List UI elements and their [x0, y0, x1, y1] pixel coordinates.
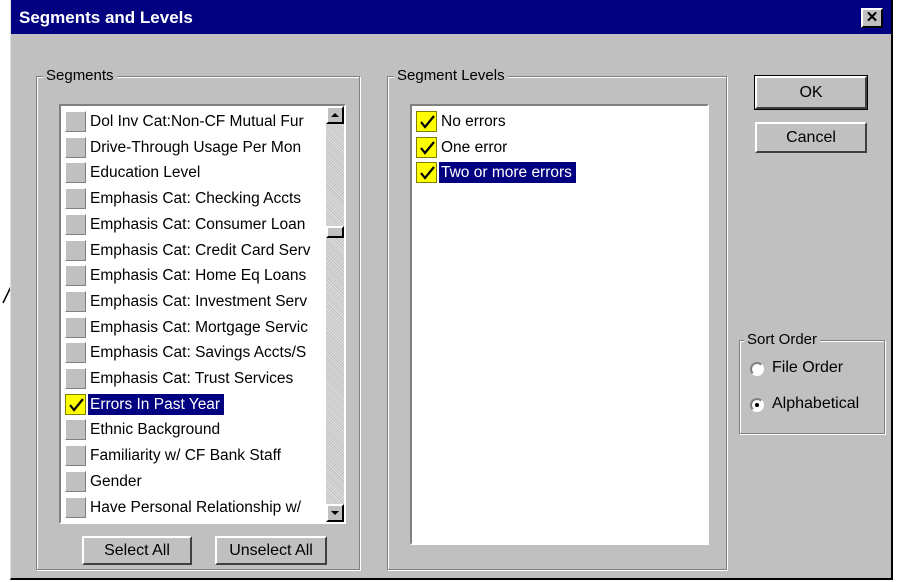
list-item-label: Have Personal Relationship w/ — [90, 498, 302, 516]
sort-order-group: Sort Order File Order Alphabetical — [739, 331, 885, 434]
list-item-label: Gender — [90, 472, 142, 490]
list-item[interactable]: One error — [414, 134, 674, 160]
list-item[interactable]: Drive-Through Usage Per Mon — [63, 134, 323, 160]
checkmark-icon — [420, 166, 435, 181]
arrow-up-icon — [331, 113, 339, 117]
list-item-label: Emphasis Cat: Credit Card Serv — [90, 241, 311, 259]
checkmark-icon — [420, 140, 435, 155]
unselect-all-label: Unselect All — [229, 542, 313, 559]
checkbox[interactable] — [65, 419, 86, 441]
segments-legend: Segments — [43, 67, 117, 84]
close-button[interactable]: ✕ — [861, 8, 883, 28]
checkbox[interactable] — [65, 111, 86, 132]
list-item[interactable]: Emphasis Cat: Trust Services — [63, 365, 323, 391]
unselect-all-button[interactable]: Unselect All — [215, 536, 327, 565]
checkbox[interactable] — [416, 111, 437, 132]
ok-label: OK — [799, 84, 823, 101]
scroll-up-button[interactable] — [326, 106, 344, 124]
checkbox[interactable] — [65, 368, 86, 389]
list-item-label: Emphasis Cat: Mortgage Servic — [90, 318, 308, 336]
list-item[interactable]: Emphasis Cat: Checking Accts — [63, 185, 323, 211]
list-item-label: Emphasis Cat: Investment Serv — [90, 292, 308, 310]
list-item[interactable]: Emphasis Cat: Savings Accts/S — [63, 339, 323, 365]
list-item-label: No errors — [441, 113, 506, 130]
list-item-label: Emphasis Cat: Home Eq Loans — [90, 267, 307, 285]
scroll-down-button[interactable] — [326, 504, 344, 522]
checkbox[interactable] — [416, 136, 437, 158]
list-item[interactable]: Emphasis Cat: Credit Card Serv — [63, 237, 323, 263]
select-all-button[interactable]: Select All — [82, 536, 192, 565]
title-bar: Segments and Levels ✕ — [11, 0, 891, 34]
segments-list[interactable]: Dol Inv Cat:Non-CF Mutual Fur Drive-Throu… — [59, 104, 346, 524]
checkbox[interactable] — [65, 162, 86, 184]
checkmark-icon — [69, 397, 84, 412]
sort-order-legend: Sort Order — [744, 331, 821, 348]
list-item-label: Dol Inv Cat:Non-CF Mutual Fur — [90, 113, 304, 130]
checkbox[interactable] — [65, 470, 86, 492]
list-item[interactable]: Dol Inv Cat:Non-CF Mutual Fur — [63, 108, 323, 134]
checkbox[interactable] — [65, 265, 86, 287]
list-item[interactable]: Emphasis Cat: Home Eq Loans — [63, 262, 323, 288]
list-item-label: Emphasis Cat: Checking Accts — [90, 190, 302, 208]
list-item[interactable]: Emphasis Cat: Consumer Loan — [63, 211, 323, 237]
radio-file-order[interactable]: File Order — [750, 358, 890, 382]
list-item-label: Education Level — [90, 164, 201, 182]
list-item-label: Errors In Past Year — [88, 393, 225, 415]
close-icon: ✕ — [865, 9, 879, 26]
window-title: Segments and Levels — [19, 8, 193, 27]
ok-button[interactable]: OK — [754, 75, 868, 110]
list-item[interactable]: Education Level — [63, 159, 323, 185]
checkbox[interactable] — [65, 496, 86, 518]
checkbox[interactable] — [65, 136, 86, 158]
list-item-label: Drive-Through Usage Per Mon — [90, 138, 302, 156]
select-all-label: Select All — [104, 542, 170, 559]
segment-levels-group: Segment Levels No errors One error Two or … — [387, 67, 727, 570]
checkbox[interactable] — [65, 239, 86, 261]
list-item-label: Emphasis Cat: Trust Services — [90, 370, 294, 387]
list-item[interactable]: Two or more errors — [414, 159, 674, 185]
list-item[interactable]: Familiarity w/ CF Bank Staff — [63, 442, 323, 468]
checkbox[interactable] — [65, 188, 86, 210]
checkbox[interactable] — [65, 342, 86, 364]
radio-circle — [750, 398, 764, 412]
checkbox[interactable] — [65, 393, 86, 415]
list-item-label: Two or more errors — [439, 162, 576, 184]
list-item-label: Familiarity w/ CF Bank Staff — [90, 447, 281, 465]
list-item-label: One error — [441, 138, 508, 156]
list-item[interactable]: Emphasis Cat: Investment Serv — [63, 288, 323, 314]
radio-alphabetical[interactable]: Alphabetical — [750, 394, 890, 418]
list-item-label: Emphasis Cat: Consumer Loan — [90, 215, 306, 233]
segments-and-levels-dialog: Segments and Levels ✕ Segments Dol Inv C… — [10, 0, 893, 580]
file-order-label: File Order — [772, 359, 844, 376]
list-item[interactable]: No errors — [414, 108, 674, 134]
list-item-label: Ethnic Background — [90, 421, 221, 439]
list-item[interactable]: Errors In Past Year — [63, 391, 323, 417]
segment-levels-list[interactable]: No errors One error Two or more errors — [410, 104, 709, 545]
checkbox[interactable] — [416, 162, 437, 184]
list-item[interactable]: Have Personal Relationship w/ — [63, 494, 323, 520]
radio-dot — [755, 403, 759, 407]
checkbox[interactable] — [65, 445, 86, 467]
checkbox[interactable] — [65, 290, 86, 312]
list-item[interactable]: Ethnic Background — [63, 416, 323, 442]
checkmark-icon — [420, 115, 435, 129]
alphabetical-label: Alphabetical — [772, 395, 860, 412]
list-item[interactable]: Gender — [63, 468, 323, 494]
scroll-thumb[interactable] — [326, 226, 344, 238]
segments-scrollbar[interactable] — [326, 106, 344, 522]
list-item[interactable]: Emphasis Cat: Mortgage Servic — [63, 314, 323, 340]
radio-circle — [750, 362, 764, 376]
segment-levels-legend: Segment Levels — [394, 67, 508, 84]
checkbox[interactable] — [65, 213, 86, 235]
list-item-label: Emphasis Cat: Savings Accts/S — [90, 344, 307, 362]
arrow-down-icon — [331, 511, 339, 515]
segments-group: Segments Dol Inv Cat:Non-CF Mutual Fur Dr… — [36, 67, 360, 570]
checkbox[interactable] — [65, 316, 86, 338]
cancel-label: Cancel — [786, 129, 836, 146]
cancel-button[interactable]: Cancel — [755, 122, 867, 153]
